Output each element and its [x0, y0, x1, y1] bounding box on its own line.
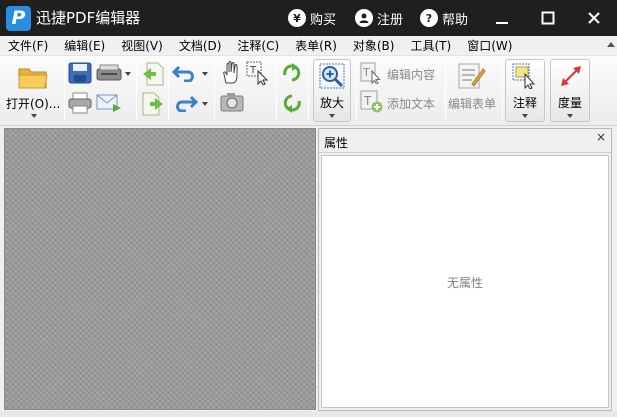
- rotate-counterclockwise-icon[interactable]: [281, 92, 303, 114]
- register-label: 注册: [377, 12, 404, 28]
- folder-icon: [18, 68, 48, 89]
- zoom-in-button[interactable]: 放大: [313, 59, 351, 122]
- redo-dropdown-icon[interactable]: [202, 102, 208, 106]
- user-icon: [355, 9, 373, 27]
- toolbar-separator: [445, 60, 446, 120]
- no-properties-text: 无属性: [446, 276, 483, 290]
- help-button[interactable]: ? 帮助: [420, 0, 468, 36]
- add-text-icon: T: [360, 90, 383, 113]
- menu-object[interactable]: 对象(B): [345, 36, 403, 56]
- annotate-button[interactable]: 注释: [505, 59, 545, 122]
- edit-content-icon: T: [360, 62, 381, 84]
- menu-file[interactable]: 文件(F): [0, 36, 56, 56]
- undo-dropdown-icon[interactable]: [202, 72, 208, 76]
- select-text-icon[interactable]: T: [246, 61, 270, 85]
- measure-icon: [561, 66, 581, 86]
- maximize-icon: [541, 11, 555, 25]
- email-icon[interactable]: [96, 93, 122, 113]
- edit-form-icon: [458, 63, 486, 89]
- menu-document[interactable]: 文档(D): [171, 36, 230, 56]
- app-title: 迅捷PDF编辑器: [36, 9, 141, 27]
- open-label: 打开(O)...: [6, 97, 61, 111]
- zoom-label: 放大: [320, 96, 345, 110]
- minimize-button[interactable]: [482, 0, 522, 36]
- toolbar-separator: [502, 60, 503, 120]
- scanner-icon[interactable]: [96, 63, 122, 83]
- save-icon[interactable]: [68, 62, 92, 84]
- edit-content-label: 编辑内容: [387, 68, 436, 82]
- add-text-label: 添加文本: [387, 97, 436, 111]
- hand-tool-icon[interactable]: [220, 61, 242, 85]
- open-dropdown-icon: [31, 114, 37, 118]
- status-bar: [0, 411, 617, 417]
- print-icon[interactable]: [68, 92, 92, 114]
- rotate-clockwise-icon[interactable]: [281, 62, 303, 84]
- register-button[interactable]: 注册: [355, 0, 403, 36]
- toolbar: 打开(O)... T 放大 T 编辑内容 T 添加文本 编辑表单 注释 度量: [0, 56, 617, 126]
- add-text-button[interactable]: T 添加文本: [360, 90, 440, 114]
- toolbar-separator: [136, 60, 137, 120]
- scan-dropdown-icon[interactable]: [125, 72, 131, 76]
- measure-dropdown-icon: [567, 114, 573, 118]
- help-label: 帮助: [442, 12, 469, 28]
- zoom-dropdown-icon: [329, 114, 335, 118]
- menu-form[interactable]: 表单(R): [287, 36, 345, 56]
- menu-edit[interactable]: 编辑(E): [56, 36, 113, 56]
- edit-form-button[interactable]: 编辑表单: [447, 60, 499, 118]
- panel-close-icon[interactable]: ×: [596, 130, 606, 144]
- measure-button[interactable]: 度量: [550, 59, 590, 122]
- insert-page-icon[interactable]: [142, 62, 164, 86]
- extract-page-icon[interactable]: [142, 92, 164, 116]
- svg-text:T: T: [363, 94, 372, 108]
- toolbar-separator: [64, 60, 65, 120]
- toolbar-separator: [214, 60, 215, 120]
- edit-content-button[interactable]: T 编辑内容: [360, 62, 440, 84]
- edit-form-label: 编辑表单: [448, 97, 497, 111]
- menu-comment[interactable]: 注释(C): [229, 36, 287, 56]
- yen-icon: ¥: [288, 9, 306, 27]
- menu-window[interactable]: 窗口(W): [459, 36, 520, 56]
- maximize-button[interactable]: [528, 0, 568, 36]
- buy-button[interactable]: ¥ 购买: [288, 0, 336, 36]
- annotate-icon: [512, 63, 536, 89]
- measure-label: 度量: [558, 96, 583, 110]
- toolbar-separator: [356, 60, 357, 120]
- open-button[interactable]: 打开(O)...: [4, 58, 64, 122]
- menu-tools[interactable]: 工具(T): [402, 36, 459, 56]
- help-icon: ?: [420, 9, 438, 27]
- annotate-label: 注释: [513, 96, 538, 110]
- app-logo-icon: P: [6, 6, 31, 31]
- zoom-in-icon: [319, 63, 345, 89]
- title-bar: P 迅捷PDF编辑器 ¥ 购买 注册 ? 帮助: [0, 0, 617, 36]
- svg-text:T: T: [362, 66, 370, 79]
- annotate-dropdown-icon: [522, 114, 528, 118]
- toolbar-separator: [276, 60, 277, 120]
- properties-panel-header: 属性 ×: [319, 129, 611, 153]
- minimize-icon: [496, 22, 508, 24]
- menu-view[interactable]: 视图(V): [113, 36, 171, 56]
- properties-panel-body: 无属性: [321, 155, 609, 408]
- svg-text:T: T: [249, 65, 257, 76]
- toolbar-separator: [308, 60, 309, 120]
- close-button[interactable]: [574, 0, 614, 36]
- menu-bar: 文件(F) 编辑(E) 视图(V) 文档(D) 注释(C) 表单(R) 对象(B…: [0, 36, 617, 56]
- toolbar-collapse-icon[interactable]: [607, 42, 615, 47]
- toolbar-separator: [168, 60, 169, 120]
- properties-panel-title: 属性: [324, 136, 349, 150]
- properties-panel: 属性 × 无属性: [318, 128, 612, 411]
- redo-icon[interactable]: [172, 94, 198, 112]
- buy-label: 购买: [310, 12, 337, 28]
- document-canvas[interactable]: [4, 128, 316, 410]
- snapshot-icon[interactable]: [220, 92, 244, 112]
- undo-icon[interactable]: [172, 64, 198, 82]
- close-icon: [588, 12, 600, 24]
